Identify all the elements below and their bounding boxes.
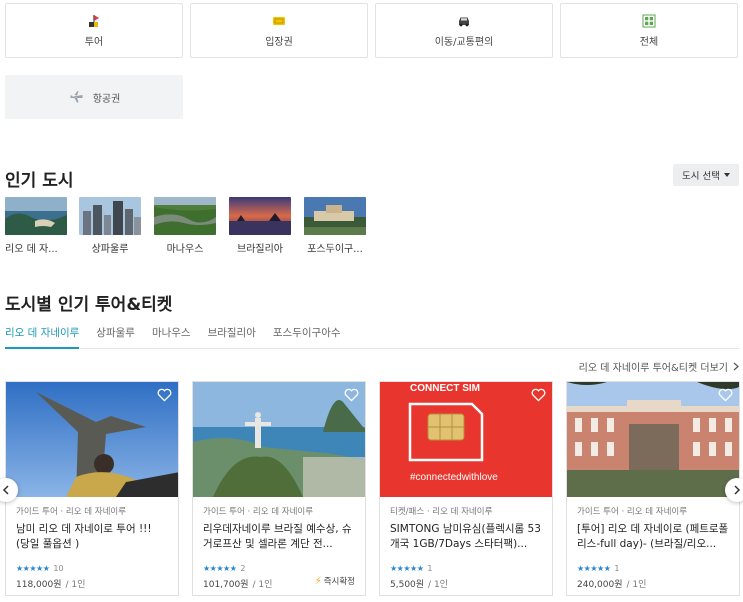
more-tours-link[interactable]: 리오 데 자네이루 투어&티켓 더보기 [579,359,739,374]
heart-icon[interactable] [157,388,172,402]
price: 240,000원 [577,580,623,590]
category-ticket[interactable]: 입장권 [190,3,368,58]
tab-rio[interactable]: 리오 데 자네이루 [5,325,80,349]
product-image [567,382,739,497]
city-name: 브라질리아 [237,244,283,255]
city-name: 마나우스 [166,244,204,255]
category-label: 투어 [84,36,104,48]
sim-hashtag: #connectedwithlove [410,472,498,483]
product-title: SIMTONG 남미유심(플렉시롬 53개국 1GB/7Days 스타터팩)..… [390,523,541,550]
ticket-icon [273,16,285,25]
chevron-left-icon [2,485,9,495]
star-icons: ★★★★★ [577,564,611,573]
carousel-next-button[interactable] [725,478,743,502]
tab-manaus[interactable]: 마나우스 [152,325,191,349]
product-card[interactable]: 가이드 투어 · 리오 데 자네이루 [투어] 리오 데 자네이로 (페트로폴리… [566,381,740,596]
price-row: 240,000원 / 1인 [577,577,729,590]
category-label: 전체 [639,36,659,48]
popular-cities-title: 인기 도시 [5,171,74,191]
city-name: 포스두이구... [307,244,363,255]
category-transport[interactable]: 이동/교통편의 [375,3,553,58]
heart-icon[interactable] [344,388,359,402]
tours-by-city-title: 도시별 인기 투어&티켓 [5,295,173,315]
city-tabs: 리오 데 자네이루 상파울루 마나우스 브라질리아 포스두이구아수 [5,325,739,349]
tab-brasilia[interactable]: 브라질리아 [208,325,256,349]
city-name: 리오 데 자... [5,244,58,255]
sim-banner-text: CONNECT SIM [410,383,480,394]
product-image [193,382,365,497]
product-category: 가이드 투어 · 리오 데 자네이루 [203,507,314,517]
tab-foz-do-iguacu[interactable]: 포스두이구아수 [273,325,341,349]
category-label: 항공권 [92,93,121,105]
product-image [6,382,178,497]
category-label: 입장권 [265,36,293,48]
star-icons: ★★★★★ [390,564,424,573]
rating-stars: ★★★★★ 10 [16,564,168,573]
review-count: 10 [53,564,64,573]
product-category: 티켓/패스 · 리오 데 자네이루 [390,507,493,517]
city-thumbnail [229,197,291,235]
rating-stars: ★★★★★ 2 [203,564,355,573]
price-unit: / 1인 [428,580,448,590]
city-rio[interactable]: 리오 데 자... [5,197,67,255]
rating-stars: ★★★★★ 1 [577,564,729,573]
city-sao-paulo[interactable]: 상파울루 [79,197,141,255]
product-card[interactable]: 가이드 투어 · 리오 데 자네이루 남미 리오 데 자네이로 투어 !!! (… [5,381,179,596]
more-tours-label: 리오 데 자네이루 투어&티켓 더보기 [578,363,728,374]
city-thumbnail [304,197,366,235]
instant-confirm-label: 즉시확정 [323,577,355,587]
car-icon [459,17,469,26]
city-manaus[interactable]: 마나우스 [154,197,216,255]
product-card[interactable]: CONNECT SIM #connectedwithlove 티켓/패스 · 리… [379,381,553,596]
category-all[interactable]: 전체 [560,3,738,58]
city-thumbnail [5,197,67,235]
city-select-button[interactable]: 도시 선택 [673,164,739,186]
product-title: 남미 리오 데 자네이로 투어 !!! (당일 풀옵션 ) [16,523,152,550]
tour-icon [89,14,99,27]
city-brasilia[interactable]: 브라질리아 [229,197,291,255]
price-row: 5,500원 / 1인 [390,577,542,590]
airplane-icon [70,91,83,103]
city-thumbnail [79,197,141,235]
city-thumbnail [154,197,216,235]
tab-sao-paulo[interactable]: 상파울루 [96,325,135,349]
category-flight[interactable]: 항공권 [5,75,183,119]
price-row: 118,000원 / 1인 [16,577,168,590]
review-count: 1 [427,564,433,573]
price-unit: / 1인 [626,580,647,590]
price: 118,000원 [16,580,62,590]
product-title: 리우데자네이루 브라질 예수상, 슈거로프산 및 셀라론 계단 전... [203,523,352,550]
price: 101,700원 [203,580,249,590]
review-count: 2 [240,564,246,573]
category-label: 이동/교통편의 [434,36,494,48]
chevron-right-icon [733,362,739,371]
city-foz-do-iguacu[interactable]: 포스두이구... [304,197,366,255]
caret-down-icon [723,173,730,177]
grid-icon [642,14,656,27]
product-card[interactable]: 가이드 투어 · 리오 데 자네이루 리우데자네이루 브라질 예수상, 슈거로프… [192,381,366,596]
star-icons: ★★★★★ [203,564,237,573]
lightning-icon: ⚡ [314,575,322,587]
instant-confirm-badge: ⚡ 즉시확정 [314,575,355,588]
price-unit: / 1인 [65,580,86,590]
product-category: 가이드 투어 · 리오 데 자네이루 [16,507,127,517]
city-name: 상파울루 [91,244,129,255]
rating-stars: ★★★★★ 1 [390,564,542,573]
product-image: CONNECT SIM #connectedwithlove [380,382,552,497]
heart-icon[interactable] [718,388,733,402]
price-unit: / 1인 [252,580,273,590]
review-count: 1 [614,564,620,573]
category-tour[interactable]: 투어 [5,3,183,58]
price: 5,500원 [390,580,425,590]
star-icons: ★★★★★ [16,564,50,573]
heart-icon[interactable] [531,388,546,402]
city-select-label: 도시 선택 [682,171,720,182]
product-title: [투어] 리오 데 자네이로 (페트로폴리스-full day)- (브라질/리… [577,523,729,550]
product-category: 가이드 투어 · 리오 데 자네이루 [577,507,688,517]
chevron-right-icon [734,485,741,495]
